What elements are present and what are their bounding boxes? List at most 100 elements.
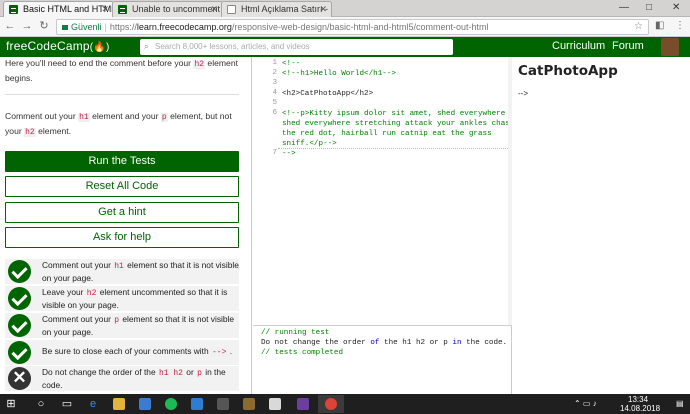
test-text: Be sure to close each of your comments w…	[42, 346, 233, 357]
output-line: Do not change the order of the h1 h2 or …	[261, 339, 508, 347]
line-number: 5	[272, 99, 277, 107]
check-circle-icon	[8, 260, 31, 283]
test-result-item: Be sure to close each of your comments w…	[5, 340, 239, 365]
test-result-item: Comment out your h1 element so that it i…	[5, 259, 239, 284]
test-text: Leave your h2 element uncommented so tha…	[42, 287, 228, 310]
app-icon[interactable]	[243, 398, 255, 410]
document-favicon-icon	[227, 5, 236, 14]
screen: Basic HTML and HTML5 ✕ Unable to uncomme…	[0, 0, 690, 414]
notification-icon[interactable]: ▤	[676, 400, 684, 408]
preview-heading: CatPhotoApp	[518, 63, 618, 79]
test-text: Comment out your p element so that it is…	[42, 314, 235, 337]
test-result-item: Comment out your p element so that it is…	[5, 313, 239, 338]
spotify-icon[interactable]	[165, 398, 177, 410]
flame-icon: (🔥)	[89, 42, 110, 53]
nav-link-forum[interactable]: Forum	[612, 40, 644, 52]
clock-date[interactable]: 14.08.2018	[620, 405, 660, 413]
logo-text: freeCodeCamp	[6, 39, 90, 53]
code-line: <!--p>Kitty ipsum dolor sit amet, shed e…	[282, 110, 506, 118]
search-placeholder: Search 8,000+ lessons, articles, and vid…	[155, 42, 310, 51]
line-number: 7	[272, 149, 277, 157]
code-editor[interactable]: 1 2 3 4 5 6 7 <!-- <!--h1>Hello World</h…	[253, 57, 512, 325]
menu-icon[interactable]: ⋮	[675, 20, 685, 31]
test-text: Comment out your h1 element so that it i…	[42, 260, 239, 283]
browser-tab-active[interactable]: Basic HTML and HTML5 ✕	[3, 1, 114, 18]
ask-help-button[interactable]: Ask for help	[5, 227, 239, 248]
test-output-console: // running test Do not change the order …	[253, 325, 512, 394]
output-line: // tests completed	[261, 349, 344, 357]
url-input[interactable]: Güvenli | https://learn.freecodecamp.org/r…	[56, 19, 649, 35]
code-line: <!--	[282, 60, 301, 68]
editor-scrollbar[interactable]	[508, 57, 512, 325]
code-line: <h2>CatPhotoApp</h2>	[282, 90, 374, 98]
file-explorer-icon[interactable]	[113, 398, 125, 410]
instruction-paragraph: Here you'll need to end the comment befo…	[5, 58, 239, 83]
code-line: the red dot, hairball run catnip eat the…	[282, 130, 492, 138]
address-bar-row: ← → ↻ Güvenli | https://learn.freecodecamp…	[0, 17, 690, 37]
minimize-button[interactable]: —	[619, 1, 629, 15]
browser-tab-strip: Basic HTML and HTML5 ✕ Unable to uncomme…	[0, 0, 690, 18]
tab-close-icon[interactable]: ✕	[210, 2, 218, 17]
lock-icon	[62, 25, 68, 30]
extension-icon[interactable]: ◧	[655, 20, 664, 31]
code-line: <!--h1>Hello World</h1-->	[282, 70, 396, 78]
x-circle-icon: ✕	[8, 367, 31, 390]
preview-pane: CatPhotoApp -->	[513, 57, 690, 394]
check-circle-icon	[8, 341, 31, 364]
reset-code-button[interactable]: Reset All Code	[5, 176, 239, 197]
windows-start-icon[interactable]: ⊞	[4, 397, 18, 411]
chrome-icon[interactable]	[325, 398, 337, 410]
fcc-logo[interactable]: freeCodeCamp(🔥)	[6, 39, 110, 53]
url-scheme: https://	[109, 22, 137, 32]
get-hint-button[interactable]: Get a hint	[5, 202, 239, 223]
browser-tab[interactable]: Unable to uncomment a ✕	[112, 1, 223, 17]
maximize-button[interactable]: □	[646, 1, 652, 15]
line-number: 2	[272, 69, 277, 77]
line-number-gutter: 1 2 3 4 5 6 7	[253, 57, 278, 325]
output-line: // running test	[261, 329, 330, 337]
store-icon[interactable]	[139, 398, 151, 410]
divider	[5, 94, 239, 95]
close-window-button[interactable]: ✕	[672, 1, 680, 15]
tray-icons[interactable]: ⌃ ▭ ♪	[574, 400, 597, 408]
app-icon[interactable]	[191, 398, 203, 410]
tab-title: Html Açıklama Satırı - Uğ	[241, 4, 332, 14]
browser-tab[interactable]: Html Açıklama Satırı - Uğ ✕	[221, 1, 332, 17]
task-view-icon[interactable]: ▭	[60, 397, 74, 411]
tab-title: Basic HTML and HTML5	[23, 4, 114, 14]
app-icon[interactable]	[269, 398, 281, 410]
check-circle-icon	[8, 314, 31, 337]
run-tests-button[interactable]: Run the Tests	[5, 151, 239, 172]
forward-arrow-icon[interactable]: →	[20, 19, 34, 33]
line-number: 1	[272, 59, 277, 67]
tab-close-icon[interactable]: ✕	[319, 2, 327, 17]
tab-close-icon[interactable]: ✕	[101, 2, 109, 17]
test-text: Do not change the order of the h1 h2 or …	[42, 367, 226, 390]
freecodecamp-favicon-icon	[118, 5, 127, 14]
reload-icon[interactable]: ↻	[37, 19, 51, 33]
edge-browser-icon[interactable]: e	[86, 397, 100, 411]
back-arrow-icon[interactable]: ←	[3, 19, 17, 33]
url-host: learn.freecodecamp.org	[136, 22, 232, 32]
windows-taskbar: ⊞ ○ ▭ e ⌃ ▭ ♪ 13:34 14.08.2018 ▤	[0, 394, 690, 414]
search-icon[interactable]: ○	[34, 397, 48, 411]
line-number: 4	[272, 89, 277, 97]
search-icon: ⌕	[144, 42, 149, 51]
bookmark-star-icon[interactable]: ☆	[634, 20, 643, 34]
avatar[interactable]	[661, 38, 679, 56]
code-line: -->	[282, 150, 296, 158]
test-result-item: Leave your h2 element uncommented so tha…	[5, 286, 239, 311]
visual-studio-icon[interactable]	[297, 398, 309, 410]
line-number: 3	[272, 79, 277, 87]
code-line: sniff.</p-->	[282, 140, 337, 148]
code-line: shed everywhere stretching attack your a…	[282, 120, 512, 128]
search-input[interactable]: ⌕ Search 8,000+ lessons, articles, and v…	[140, 39, 453, 55]
freecodecamp-favicon-icon	[9, 5, 18, 14]
nav-link-curriculum[interactable]: Curriculum	[552, 40, 605, 52]
line-number: 6	[272, 109, 277, 117]
test-result-item: ✕ Do not change the order of the h1 h2 o…	[5, 366, 239, 391]
clock-time[interactable]: 13:34	[628, 396, 648, 404]
fcc-navbar: freeCodeCamp(🔥) ⌕ Search 8,000+ lessons,…	[0, 37, 690, 57]
url-path: /responsive-web-design/basic-html-and-ht…	[231, 22, 489, 32]
app-icon[interactable]	[217, 398, 229, 410]
